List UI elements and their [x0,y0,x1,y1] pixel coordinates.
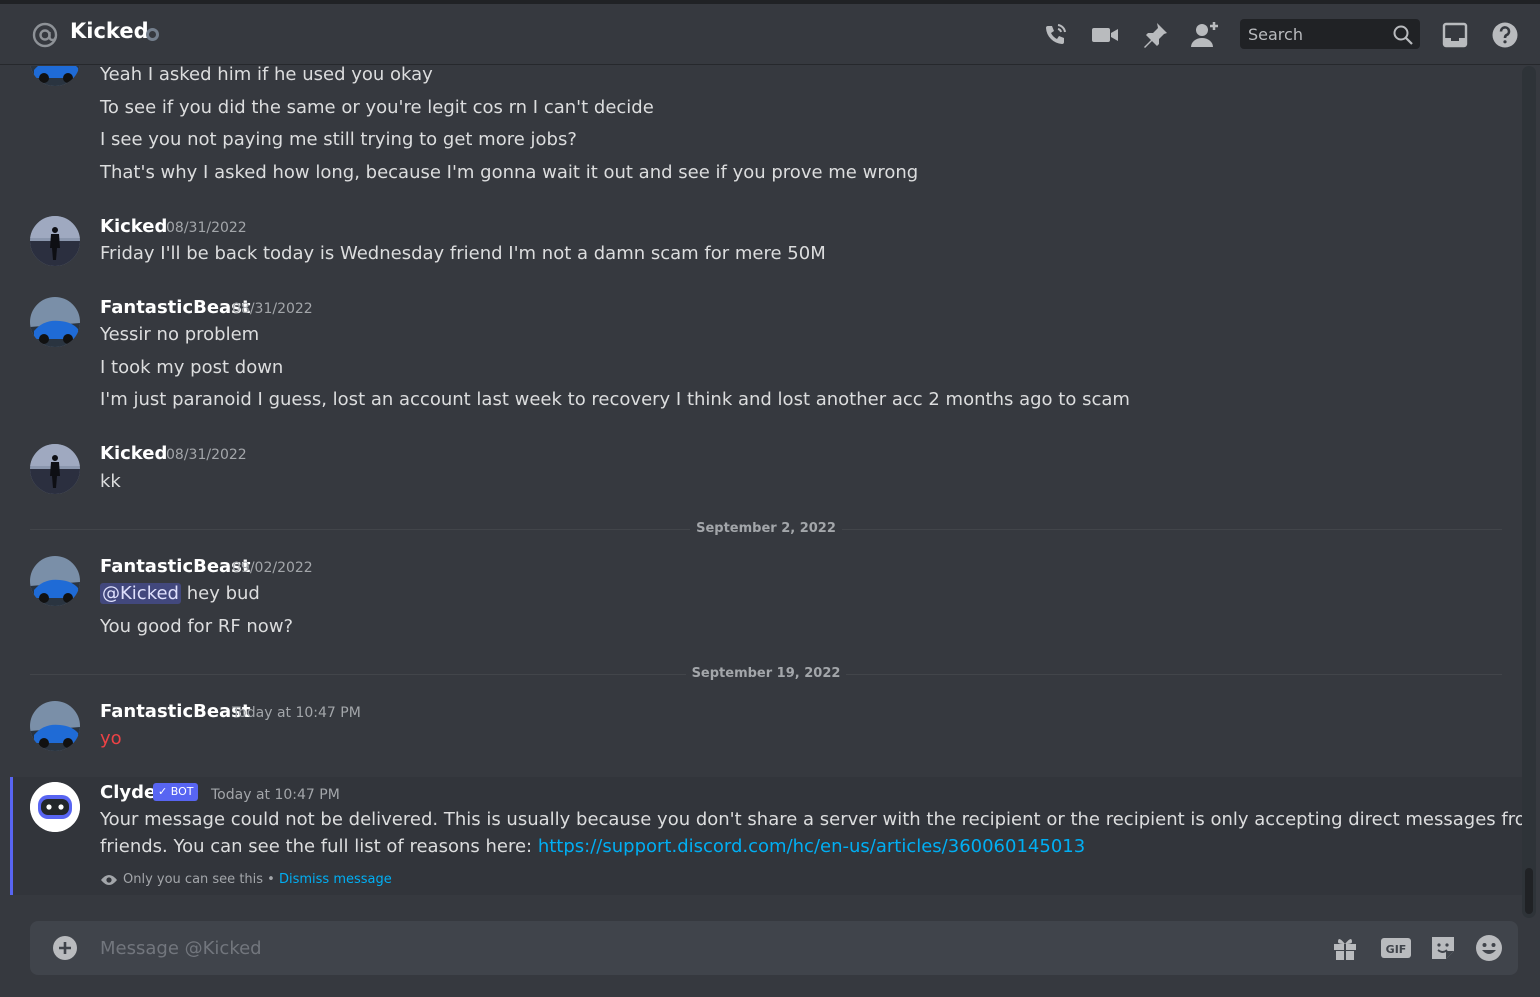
emoji-icon[interactable] [1474,933,1504,963]
message-composer: GIF [30,921,1518,975]
upload-plus-icon[interactable] [50,933,80,963]
start-video-call-icon[interactable] [1090,20,1120,50]
message-author[interactable]: FantasticBeast [100,297,251,318]
message-timestamp: Today at 10:47 PM [211,787,340,803]
gif-icon[interactable]: GIF [1380,933,1412,963]
message-line: friends. You can see the full list of re… [100,836,1085,857]
message-timestamp: 08/31/2022 [166,220,247,236]
message-author[interactable]: FantasticBeast [100,701,251,722]
help-icon[interactable] [1490,20,1520,50]
avatar-fantasticbeast[interactable] [30,297,80,347]
gif-label: GIF [1386,943,1407,956]
message-line: Your message could not be delivered. Thi… [100,809,1522,830]
dm-recipient-title: Kicked [70,19,149,43]
message-line: kk [100,471,121,492]
date-divider: September 19, 2022 [0,666,1522,681]
gift-icon[interactable] [1330,933,1360,963]
bot-tag-label: BOT [170,785,194,798]
message-text: hey bud [180,583,260,604]
message-line: Yeah I asked him if he used you okay [100,66,433,85]
message-author[interactable]: Kicked [100,216,167,237]
ephemeral-notice: Only you can see this • Dismiss message [100,872,392,887]
offline-status-icon [146,28,159,41]
message-line: I took my post down [100,357,284,378]
support-link[interactable]: https://support.discord.com/hc/en-us/art… [538,836,1085,857]
message-author[interactable]: Kicked [100,443,167,464]
only-you-text: Only you can see this [123,872,264,887]
search-icon[interactable] [1391,23,1415,47]
message-line: That's why I asked how long, because I'm… [100,162,919,183]
ephemeral-message-bar [10,777,13,895]
message-author[interactable]: Clyde [100,782,156,803]
eye-icon [100,873,118,887]
scrollbar-thumb[interactable] [1525,868,1533,914]
avatar-fantasticbeast[interactable] [30,66,80,86]
message-timestamp: 08/31/2022 [232,301,313,317]
sticker-icon[interactable] [1428,933,1458,963]
verified-bot-tag: ✓ BOT [153,783,199,801]
failed-message-line: yo [100,728,122,749]
pinned-messages-icon[interactable] [1140,20,1170,50]
message-text: friends. You can see the full list of re… [100,836,538,857]
message-line: Friday I'll be back today is Wednesday f… [100,243,826,264]
at-icon [31,21,59,49]
inbox-icon[interactable] [1440,20,1470,50]
user-mention[interactable]: @Kicked [100,583,181,604]
avatar-clyde[interactable] [30,782,80,832]
search-input[interactable] [1240,19,1390,49]
avatar-kicked[interactable] [30,216,80,266]
message-timestamp: 08/31/2022 [166,447,247,463]
message-line: @Kicked hey bud [100,583,260,604]
date-divider: September 2, 2022 [0,521,1522,536]
message-timestamp: Today at 10:47 PM [232,705,361,721]
message-timestamp: 09/02/2022 [232,560,313,576]
channel-header: Kicked [0,4,1540,65]
dismiss-message-link[interactable]: Dismiss message [279,872,392,887]
message-list: Yeah I asked him if he used you okay To … [0,66,1522,906]
separator: • [263,872,279,887]
message-line: Yessir no problem [100,324,260,345]
message-line: I'm just paranoid I guess, lost an accou… [100,389,1130,410]
avatar-kicked[interactable] [30,444,80,494]
avatar-fantasticbeast[interactable] [30,556,80,606]
avatar-fantasticbeast[interactable] [30,701,80,751]
add-friends-to-dm-icon[interactable] [1190,20,1220,50]
start-voice-call-icon[interactable] [1040,20,1070,50]
message-line: I see you not paying me still trying to … [100,129,577,150]
message-line: To see if you did the same or you're leg… [100,97,654,118]
message-input[interactable] [100,921,1300,975]
scrollbar-track[interactable] [1522,66,1536,918]
message-author[interactable]: FantasticBeast [100,556,251,577]
message-line: You good for RF now? [100,616,294,637]
